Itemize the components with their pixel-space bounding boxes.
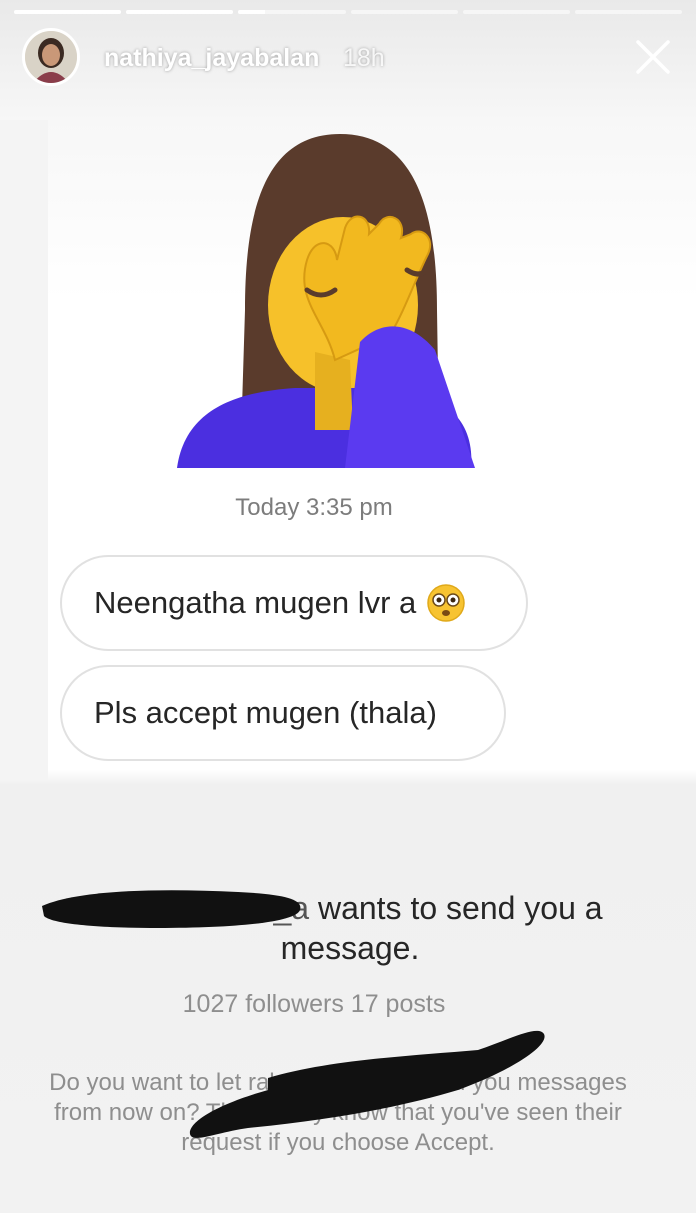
story-header: nathiya_jayabalan 18h [20, 28, 676, 90]
flushed-face-icon [427, 584, 466, 622]
story-time: 18h [343, 44, 385, 72]
progress-segment [126, 10, 234, 14]
story-username[interactable]: nathiya_jayabalan [104, 44, 319, 73]
redaction-scribble [189, 1030, 545, 1138]
progress-segment [238, 10, 346, 14]
message-bubble[interactable]: Neengatha mugen lvr a [60, 555, 528, 651]
progress-segment [350, 10, 458, 14]
close-icon[interactable] [630, 34, 676, 80]
requester-stats: 1027 followers 17 posts [182, 990, 446, 1018]
message-text: Pls accept mugen (thala) [94, 695, 437, 730]
request-text: wants to send you a message. [280, 890, 603, 966]
screenshot-edge [0, 120, 48, 780]
progress-segment [574, 10, 683, 14]
avatar[interactable] [22, 28, 80, 86]
message-timestamp: Today 3:35 pm [235, 494, 393, 521]
avatar-photo [25, 31, 77, 83]
facepalm-emoji [177, 134, 475, 468]
story-progress-bar [14, 10, 683, 14]
message-bubble[interactable]: Pls accept mugen (thala) [60, 665, 506, 761]
progress-segment [462, 10, 570, 14]
redaction-scribble [42, 890, 301, 928]
progress-segment [14, 10, 122, 14]
message-text: Neengatha mugen lvr a [94, 585, 417, 620]
